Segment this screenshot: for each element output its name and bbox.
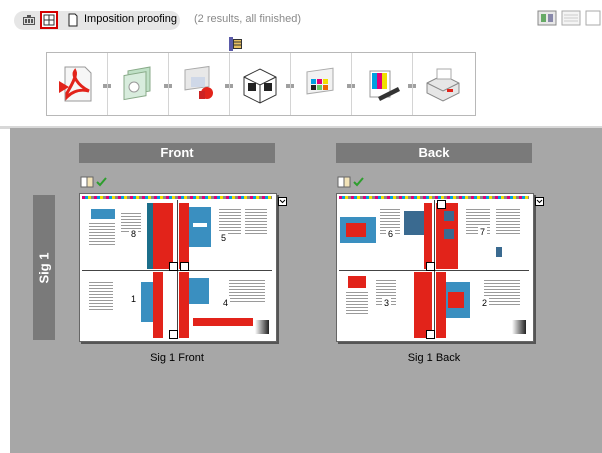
output-icon — [426, 68, 460, 102]
color-bar — [82, 196, 272, 199]
crop-mark — [437, 200, 446, 209]
sheet-thumbnail-front[interactable]: 8 5 1 4 — [79, 193, 277, 342]
page-number: 7 — [478, 227, 488, 238]
signature-label[interactable]: Sig 1 — [33, 195, 55, 340]
front-status — [80, 175, 114, 194]
crop-mark — [426, 262, 435, 271]
sheet-caption: Sig 1 Back — [407, 352, 461, 364]
crop-mark — [180, 262, 189, 271]
results-summary: (2 results, all finished) — [194, 13, 301, 25]
pdf-icon — [59, 66, 92, 102]
workflow-step-preflight[interactable] — [108, 53, 168, 115]
page-number: 2 — [480, 298, 490, 309]
back-status — [337, 175, 371, 194]
breadcrumb: Imposition proofing — [14, 11, 180, 30]
workflow-step-normalize[interactable] — [169, 53, 229, 115]
check-icon — [96, 177, 107, 187]
imposition-icon — [243, 68, 277, 104]
back-column-header: Back — [336, 143, 532, 163]
page-thumbnail: 3 — [340, 272, 432, 338]
page-thumbnail: 2 — [436, 272, 528, 338]
list-view-icon[interactable] — [561, 9, 581, 27]
sheet-menu-icon[interactable] — [278, 193, 287, 211]
workflow-step-imposition[interactable] — [230, 53, 290, 115]
color-bar — [339, 196, 529, 199]
normalize-icon — [184, 65, 213, 99]
workflow-step-color[interactable] — [291, 53, 351, 115]
document-icon — [66, 13, 80, 27]
split-view-icon[interactable] — [585, 9, 601, 27]
check-icon — [353, 177, 364, 187]
page-thumbnail: 4 — [179, 272, 271, 338]
page-thumbnail: 6 — [340, 203, 432, 269]
crop-mark — [169, 262, 178, 271]
toolbar: Imposition proofing (2 results, all fini… — [0, 0, 602, 128]
page-title: Imposition proofing — [84, 13, 177, 25]
imposition-proof-panel: Front Back Sig 1 8 5 1 4 Sig 1 Front 6 7… — [10, 128, 602, 453]
page-number: 1 — [129, 294, 139, 305]
page-number: 5 — [219, 233, 229, 244]
job-icon[interactable] — [22, 13, 36, 27]
book-icon — [337, 176, 351, 188]
sheet-caption: Sig 1 Front — [150, 352, 204, 364]
page-number: 8 — [129, 229, 139, 240]
workflow-step-pdf[interactable] — [47, 53, 107, 115]
thumbnail-view-icon[interactable] — [537, 9, 557, 27]
crop-mark — [169, 330, 178, 339]
preflight-icon — [123, 66, 151, 101]
crop-mark — [426, 330, 435, 339]
front-column-header: Front — [79, 143, 275, 163]
workflow-steps — [46, 52, 476, 116]
page-thumbnail: 7 — [436, 203, 528, 269]
sheet-thumbnail-back[interactable]: 6 7 3 2 — [336, 193, 534, 342]
book-icon — [80, 176, 94, 188]
sheet-menu-icon[interactable] — [535, 193, 544, 211]
page-number: 3 — [382, 298, 392, 309]
page-number: 6 — [386, 229, 396, 240]
page-thumbnail: 8 — [83, 203, 175, 269]
proof-icon — [369, 70, 400, 101]
page-number: 4 — [221, 298, 231, 309]
imposition-view-icon[interactable] — [40, 11, 58, 29]
page-thumbnail: 5 — [179, 203, 271, 269]
signature-label-text: Sig 1 — [36, 251, 52, 284]
workflow-step-output[interactable] — [413, 53, 473, 115]
page-thumbnail: 1 — [83, 272, 175, 338]
workflow-step-proof[interactable] — [352, 53, 412, 115]
color-icon — [306, 67, 334, 95]
